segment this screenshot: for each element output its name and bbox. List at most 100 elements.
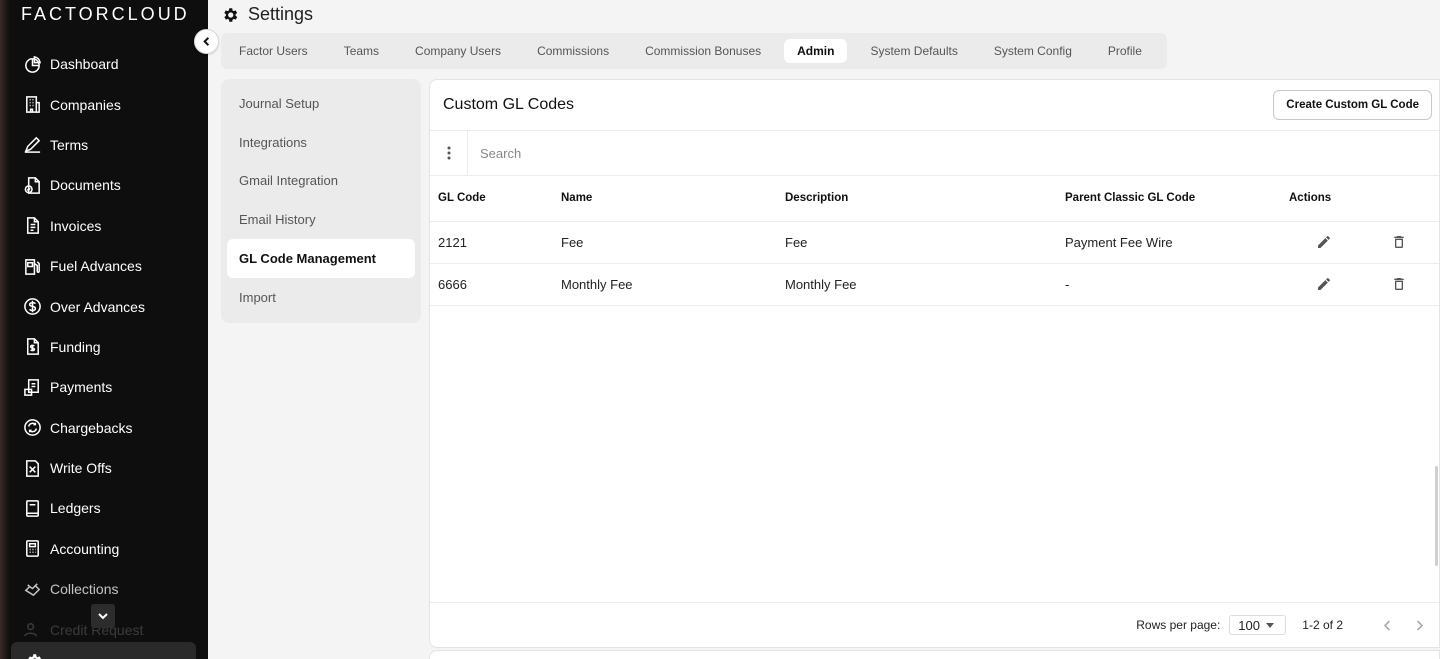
settings-tabs: Factor Users Teams Company Users Commiss… xyxy=(221,33,1167,69)
sidebar-scroll-down-button[interactable] xyxy=(91,604,115,628)
caret-down-icon xyxy=(1266,622,1274,628)
sidebar-item-label: Accounting xyxy=(50,540,120,557)
chevron-down-icon xyxy=(98,613,108,620)
sidebar-item-label: Dashboard xyxy=(50,56,119,73)
trash-icon xyxy=(1394,236,1404,248)
tab-teams[interactable]: Teams xyxy=(344,44,379,58)
cell-edit xyxy=(1289,263,1359,306)
column-header-description[interactable]: Description xyxy=(785,176,1065,222)
sidebar-item-documents[interactable]: Documents xyxy=(22,165,202,205)
calculator-icon xyxy=(22,539,42,559)
table-header-row: GL Code Name Description Parent Classic … xyxy=(430,176,1439,222)
table-row[interactable]: 2121 Fee Fee Payment Fee Wire xyxy=(430,221,1439,264)
table-pagination: Rows per page: 100 1-2 of 2 xyxy=(430,602,1439,647)
write-off-icon xyxy=(22,458,42,478)
sidebar-item-fuel-advances[interactable]: Fuel Advances xyxy=(22,246,202,286)
dashboard-icon xyxy=(22,54,42,74)
table-toolbar xyxy=(430,130,1439,176)
building-icon xyxy=(22,95,42,115)
previous-page-button[interactable] xyxy=(1377,615,1397,635)
column-header-parent-classic-gl-code[interactable]: Parent Classic GL Code xyxy=(1065,176,1289,222)
subnav-email-history[interactable]: Email History xyxy=(221,200,421,239)
subnav-gmail-integration[interactable]: Gmail Integration xyxy=(221,162,421,201)
cell-delete xyxy=(1359,221,1439,264)
ledger-icon xyxy=(22,498,42,518)
cell-description: Fee xyxy=(785,221,1065,264)
delete-button[interactable] xyxy=(1359,276,1439,292)
sidebar-item-label: Fuel Advances xyxy=(50,258,142,275)
subnav-import[interactable]: Import xyxy=(221,278,421,317)
search-input[interactable] xyxy=(480,145,880,161)
sidebar-item-dashboard[interactable]: Dashboard xyxy=(22,44,202,84)
column-header-name[interactable]: Name xyxy=(561,176,785,222)
tab-system-defaults[interactable]: System Defaults xyxy=(870,44,957,58)
sidebar-item-ledgers[interactable]: Ledgers xyxy=(22,488,202,528)
invoice-icon xyxy=(22,216,42,236)
cell-edit xyxy=(1289,221,1359,264)
cell-gl-code: 6666 xyxy=(430,263,561,306)
column-header-gl-code[interactable]: GL Code xyxy=(430,176,561,222)
tab-commissions[interactable]: Commissions xyxy=(537,44,609,58)
content-scrollbar[interactable] xyxy=(1435,466,1438,566)
cell-name: Monthly Fee xyxy=(561,263,785,306)
dollar-icon xyxy=(22,297,42,317)
sidebar: FACTORCLOUD Dashboard Companies Terms Do… xyxy=(0,0,208,659)
tab-company-users[interactable]: Company Users xyxy=(415,44,501,58)
subnav-integrations[interactable]: Integrations xyxy=(221,123,421,162)
pagination-range: 1-2 of 2 xyxy=(1302,618,1343,632)
sidebar-item-accounting[interactable]: Accounting xyxy=(22,529,202,569)
subnav-journal-setup[interactable]: Journal Setup xyxy=(221,84,421,123)
rows-per-page-select[interactable]: 100 xyxy=(1229,615,1287,635)
sidebar-item-over-advances[interactable]: Over Advances xyxy=(22,286,202,326)
sidebar-item-label: Over Advances xyxy=(50,298,145,315)
sidebar-item-label: Write Offs xyxy=(50,460,112,477)
sidebar-item-terms[interactable]: Terms xyxy=(22,125,202,165)
tab-profile[interactable]: Profile xyxy=(1108,44,1142,58)
sidebar-collapse-button[interactable] xyxy=(194,29,219,54)
documents-icon xyxy=(22,175,42,195)
column-header-actions-spacer xyxy=(1359,176,1439,222)
cell-delete xyxy=(1359,263,1439,306)
sidebar-item-write-offs[interactable]: Write Offs xyxy=(22,448,202,488)
edit-button[interactable] xyxy=(1289,234,1359,250)
sidebar-item-chargebacks[interactable]: Chargebacks xyxy=(22,408,202,448)
kebab-menu-icon xyxy=(447,146,450,160)
brand-logo: FACTORCLOUD xyxy=(21,4,190,24)
sidebar-item-invoices[interactable]: Invoices xyxy=(22,206,202,246)
credit-icon xyxy=(22,620,42,640)
sidebar-item-payments[interactable]: Payments xyxy=(22,367,202,407)
tab-system-config[interactable]: System Config xyxy=(994,44,1072,58)
sidebar-item-companies[interactable]: Companies xyxy=(22,84,202,124)
collections-icon xyxy=(22,579,42,599)
table-row[interactable]: 6666 Monthly Fee Monthly Fee - xyxy=(430,263,1439,306)
pencil-icon xyxy=(1318,277,1330,290)
sidebar-item-label: Collections xyxy=(50,581,119,598)
subnav-gl-code-management[interactable]: GL Code Management xyxy=(227,239,415,278)
admin-subnav: Journal Setup Integrations Gmail Integra… xyxy=(221,79,421,323)
sidebar-item-funding[interactable]: Funding xyxy=(22,327,202,367)
signature-icon xyxy=(22,135,42,155)
next-page-button[interactable] xyxy=(1409,615,1429,635)
delete-button[interactable] xyxy=(1359,234,1439,250)
more-options-button[interactable] xyxy=(430,131,468,175)
cell-gl-code: 2121 xyxy=(430,221,561,264)
sidebar-item-label: Payments xyxy=(50,379,113,396)
column-header-actions: Actions xyxy=(1289,176,1359,222)
tab-factor-users[interactable]: Factor Users xyxy=(239,44,308,58)
card-title: Custom GL Codes xyxy=(443,96,575,113)
tab-commission-bonuses[interactable]: Commission Bonuses xyxy=(645,44,761,58)
sidebar-nav: Dashboard Companies Terms Documents Invo… xyxy=(22,44,202,650)
sidebar-item-label: Companies xyxy=(50,96,121,113)
pencil-icon xyxy=(1318,235,1330,248)
gl-codes-table: GL Code Name Description Parent Classic … xyxy=(430,176,1439,306)
create-custom-gl-code-button[interactable]: Create Custom GL Code xyxy=(1273,90,1432,120)
chevron-left-icon xyxy=(1383,619,1390,631)
funding-icon xyxy=(22,337,42,357)
tab-admin[interactable]: Admin xyxy=(784,39,848,63)
fuel-icon xyxy=(22,256,42,276)
sidebar-item-settings-active[interactable] xyxy=(11,642,196,659)
sidebar-item-label: Funding xyxy=(50,338,101,355)
chevron-left-icon xyxy=(203,37,210,46)
rows-per-page-value: 100 xyxy=(1238,617,1260,633)
edit-button[interactable] xyxy=(1289,276,1359,292)
